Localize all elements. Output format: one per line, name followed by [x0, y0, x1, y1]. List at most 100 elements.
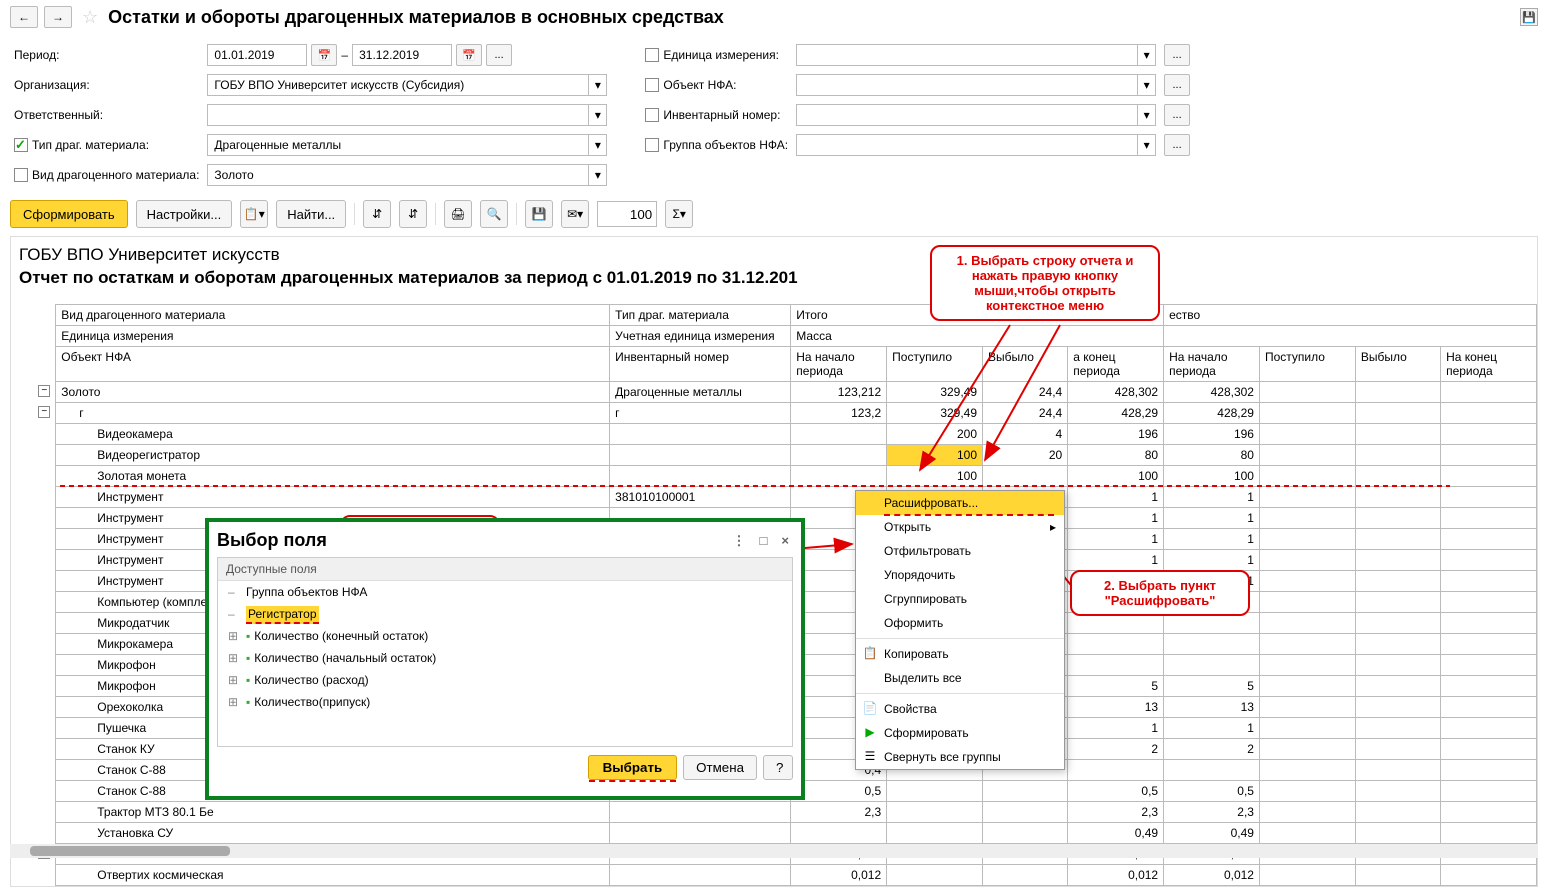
tree-toggle[interactable]: −	[38, 406, 50, 418]
collapse-icon[interactable]: ⇵	[399, 200, 427, 228]
type-checkbox[interactable]	[14, 138, 28, 152]
nfa-checkbox[interactable]	[645, 78, 659, 92]
menu-form[interactable]: ▶Сформировать	[856, 721, 1064, 745]
nfa-more-button[interactable]: ...	[1164, 74, 1190, 96]
menu-collapse[interactable]: ☰Свернуть все группы	[856, 745, 1064, 769]
table-row[interactable]: Установка СУ0,490,49	[11, 823, 1537, 844]
menu-decode[interactable]: Расшифровать...	[856, 491, 1064, 515]
hdr-nfa: Объект НФА	[56, 347, 610, 382]
table-row[interactable]: Видеорегистратор100208080	[11, 445, 1537, 466]
field-group-nfa[interactable]: Группа объектов НФА	[218, 581, 792, 603]
dialog-cancel-button[interactable]: Отмена	[683, 755, 757, 780]
inv-label: Инвентарный номер:	[663, 108, 780, 122]
star-icon[interactable]: ☆	[82, 7, 98, 28]
type-label: Тип драг. материала:	[32, 138, 149, 152]
callout-2: 2. Выбрать пункт "Расшифровать"	[1070, 570, 1250, 616]
hdr-qty: ество	[1164, 305, 1537, 326]
report-org: ГОБУ ВПО Университет искусств	[19, 245, 1529, 265]
unit-more-button[interactable]: ...	[1164, 44, 1190, 66]
kind-checkbox[interactable]	[14, 168, 28, 182]
group-more-button[interactable]: ...	[1164, 134, 1190, 156]
settings-button[interactable]: Настройки...	[136, 200, 233, 228]
field-qty-begin[interactable]: ▪Количество (начальный остаток)	[218, 647, 792, 669]
dialog-menu-icon[interactable]: ⋮	[729, 531, 750, 551]
org-dropdown[interactable]: ГОБУ ВПО Университет искусств (Субсидия)…	[207, 74, 607, 96]
menu-copy[interactable]: 📋Копировать	[856, 642, 1064, 666]
date-to-input[interactable]	[352, 44, 452, 66]
menu-select-all[interactable]: Выделить все	[856, 666, 1064, 690]
calendar-icon[interactable]: 📅	[311, 44, 337, 66]
tree-toggle[interactable]: −	[38, 385, 50, 397]
find-button[interactable]: Найти...	[276, 200, 346, 228]
toolbar: Сформировать Настройки... 📋▾ Найти... ⇵ …	[0, 196, 1548, 232]
menu-props[interactable]: 📄Свойства	[856, 697, 1064, 721]
field-list[interactable]: Доступные поля Группа объектов НФА Регис…	[217, 557, 793, 747]
field-qty-in[interactable]: ▪Количество(припуск)	[218, 691, 792, 713]
inv-dropdown[interactable]: ▾	[796, 104, 1156, 126]
nav-back-button[interactable]: ←	[10, 6, 38, 28]
nav-fwd-button[interactable]: →	[44, 6, 72, 28]
hdr-vid: Вид драгоценного материала	[56, 305, 610, 326]
group-dropdown[interactable]: ▾	[796, 134, 1156, 156]
callout-1: 1. Выбрать строку отчета и нажать правую…	[930, 245, 1160, 321]
calendar-icon[interactable]: 📅	[456, 44, 482, 66]
expand-icon[interactable]: ⇵	[363, 200, 391, 228]
menu-filter[interactable]: Отфильтровать	[856, 539, 1064, 563]
table-row[interactable]: Трактор МТЗ 80.1 Бе2,32,32,3	[11, 802, 1537, 823]
dialog-help-button[interactable]: ?	[763, 755, 793, 780]
period-label: Период:	[10, 42, 203, 68]
table-row[interactable]: −ЗолотоДрагоценные металлы123,212329,492…	[11, 382, 1537, 403]
kind-dropdown[interactable]: Золото▾	[207, 164, 607, 186]
preview-icon[interactable]: 🔍	[480, 200, 508, 228]
hdr-end2: На конец периода	[1441, 347, 1537, 382]
unit-dropdown[interactable]: ▾	[796, 44, 1156, 66]
menu-group[interactable]: Сгруппировать	[856, 587, 1064, 611]
table-row[interactable]: Видеокамера2004196196	[11, 424, 1537, 445]
save-icon[interactable]: 💾	[1520, 8, 1538, 26]
table-row[interactable]: −гг123,2329,4924,4428,29428,29	[11, 403, 1537, 424]
disk-icon[interactable]: 💾	[525, 200, 553, 228]
zoom-input[interactable]	[597, 201, 657, 227]
sum-icon[interactable]: Σ▾	[665, 200, 693, 228]
dialog-max-icon[interactable]: □	[756, 531, 772, 551]
period-more-button[interactable]: ...	[486, 44, 512, 66]
field-qty-out[interactable]: ▪Количество (расход)	[218, 669, 792, 691]
table-row[interactable]: Инструмент381010100001111	[11, 487, 1537, 508]
unit-checkbox[interactable]	[645, 48, 659, 62]
nfa-dropdown[interactable]: ▾	[796, 74, 1156, 96]
group-checkbox[interactable]	[645, 138, 659, 152]
field-registrator[interactable]: Регистратор	[218, 603, 792, 625]
unit-label: Единица измерения:	[663, 48, 779, 62]
menu-open[interactable]: Открыть▸	[856, 515, 1064, 539]
field-qty-end[interactable]: ▪Количество (конечный остаток)	[218, 625, 792, 647]
menu-format[interactable]: Оформить	[856, 611, 1064, 635]
inv-checkbox[interactable]	[645, 108, 659, 122]
dialog-close-icon[interactable]: ×	[777, 531, 793, 551]
hdr-acc-unit: Учетная единица измерения	[610, 326, 791, 347]
type-dropdown[interactable]: Драгоценные металлы▾	[207, 134, 607, 156]
kind-label: Вид драгоценного материала:	[32, 168, 199, 182]
mail-icon[interactable]: ✉▾	[561, 200, 589, 228]
menu-order[interactable]: Упорядочить	[856, 563, 1064, 587]
field-dialog: Выбор поля ⋮ □ × Доступные поля Группа о…	[205, 518, 805, 800]
dialog-title: Выбор поля	[217, 530, 327, 551]
field-list-header: Доступные поля	[218, 558, 792, 581]
table-row[interactable]: Золотая монета100100100	[11, 466, 1537, 487]
hdr-begin2: На начало периода	[1164, 347, 1260, 382]
dialog-select-button[interactable]: Выбрать	[588, 755, 678, 780]
hdr-inv: Инвентарный номер	[610, 347, 791, 382]
print-icon[interactable]: 🖨	[444, 200, 472, 228]
form-button[interactable]: Сформировать	[10, 200, 128, 228]
nfa-label: Объект НФА:	[663, 78, 736, 92]
inv-more-button[interactable]: ...	[1164, 104, 1190, 126]
resp-dropdown[interactable]: ▾	[207, 104, 607, 126]
copy-icon[interactable]: 📋▾	[240, 200, 268, 228]
report-title: Отчет по остаткам и оборотам драгоценных…	[19, 268, 1529, 288]
hdr-in2: Поступило	[1259, 347, 1355, 382]
date-from-input[interactable]	[207, 44, 307, 66]
hdr-out2: Выбыло	[1355, 347, 1440, 382]
table-row[interactable]: Отвертих космическая0,0120,0120,012	[11, 865, 1537, 886]
titlebar: ← → ☆ Остатки и обороты драгоценных мате…	[0, 0, 1548, 34]
hdr-out: Выбыло	[983, 347, 1068, 382]
h-scrollbar[interactable]	[10, 844, 1538, 858]
